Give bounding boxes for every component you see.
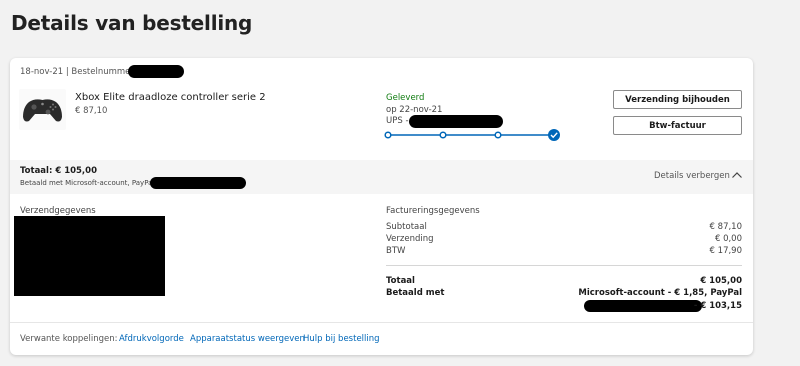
footer-divider (10, 322, 753, 323)
delivery-status: Geleverd (386, 93, 425, 103)
billing-details-heading: Factureringsgegevens (386, 206, 480, 216)
product-thumbnail[interactable] (19, 89, 66, 130)
paid-with-value: Microsoft-account - € 1,85, PayPal (578, 288, 742, 298)
subtotal-value: € 87,10 (709, 222, 742, 232)
shipping-details-heading: Verzendgegevens (20, 206, 96, 216)
hide-details-toggle[interactable]: Details verbergen (654, 171, 730, 181)
vat-invoice-button[interactable]: Btw-factuur (613, 116, 742, 135)
progress-step (439, 131, 447, 139)
product-price: € 87,10 (75, 106, 108, 116)
device-status-link[interactable]: Apparaatstatus weergeven (190, 334, 305, 344)
redacted-paypal-account (584, 300, 702, 312)
order-help-link[interactable]: Hulp bij bestelling (303, 334, 380, 344)
controller-icon (23, 99, 62, 122)
page-title: Details van bestelling (11, 11, 253, 35)
delivery-progress-bar (384, 129, 560, 141)
vat-label: BTW (386, 246, 406, 256)
related-links-label: Verwante koppelingen: (20, 334, 118, 344)
redacted-order-number (128, 65, 184, 78)
track-shipment-button[interactable]: Verzending bijhouden (613, 90, 742, 109)
paid-with-label: Betaald met (386, 288, 445, 298)
billing-total-value: € 105,00 (700, 276, 742, 286)
order-date-number: 18-nov-21 | Bestelnummer (20, 67, 134, 77)
progress-step (384, 131, 392, 139)
progress-step-complete (548, 129, 560, 141)
redacted-payment-info (150, 177, 246, 189)
product-name[interactable]: Xbox Elite draadloze controller serie 2 (75, 92, 266, 103)
paypal-amount: - € 103,15 (693, 301, 742, 311)
payment-method-summary: Betaald met Microsoft-account, PayPal (20, 179, 155, 187)
redacted-shipping-address (14, 216, 165, 296)
progress-step (494, 131, 502, 139)
order-total: Totaal: € 105,00 (20, 166, 97, 176)
shipping-cost-label: Verzending (386, 234, 434, 244)
subtotal-label: Subtotaal (386, 222, 427, 232)
vat-value: € 17,90 (709, 246, 742, 256)
chevron-up-icon[interactable] (731, 170, 743, 180)
order-summary-bar (10, 160, 753, 194)
order-card: 18-nov-21 | Bestelnummer Xbox Elite draa… (10, 58, 753, 355)
billing-total-label: Totaal (386, 276, 415, 286)
carrier-label: UPS - (386, 116, 409, 126)
billing-divider (386, 265, 742, 266)
delivery-date: op 22-nov-21 (386, 105, 443, 115)
print-order-link[interactable]: Afdrukvolgorde (119, 334, 184, 344)
shipping-cost-value: € 0,00 (714, 234, 742, 244)
